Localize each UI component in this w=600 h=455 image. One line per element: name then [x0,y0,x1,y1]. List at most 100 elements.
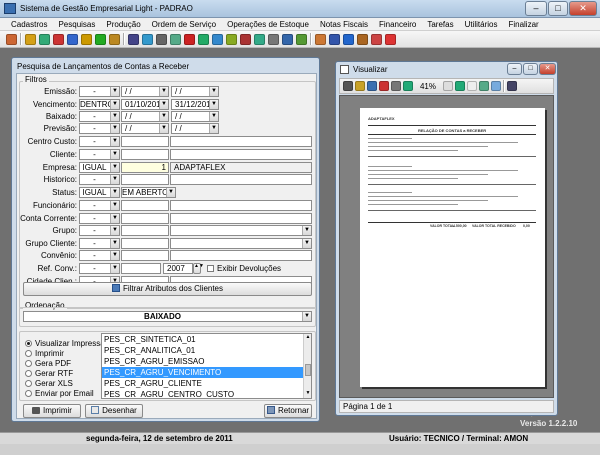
report-list[interactable]: PES_CR_SINTETICA_01 PES_CR_ANALITICA_01 PE… [101,333,312,399]
report-item[interactable]: PES_CR_AGRU_EMISSAO [102,356,303,367]
code-field[interactable] [121,174,169,185]
viewer-maximize-button[interactable]: □ [523,63,538,75]
output-option[interactable]: Gera PDF [25,359,71,368]
code-field[interactable] [121,238,169,249]
minimize-button[interactable]: – [525,1,547,16]
zoom-in-icon[interactable] [403,81,413,91]
code-field[interactable] [121,213,169,224]
check-icon[interactable] [95,33,106,45]
first-page-icon[interactable] [507,81,517,91]
report-list-scrollbar[interactable]: ▲ ▼ [303,334,311,398]
year-field[interactable]: 2007 [163,263,193,274]
date-to-field[interactable]: / / ▼ [171,123,219,134]
operator-select[interactable]: -▼ [79,136,120,147]
fornecedor-icon[interactable] [39,33,50,45]
search-doc-icon[interactable] [142,33,153,45]
open-icon[interactable] [355,81,365,91]
operator-select[interactable]: -▼ [79,213,120,224]
description-field[interactable] [170,149,312,160]
description-field[interactable] [170,200,312,211]
report-item[interactable]: PES_CR_AGRU_CLIENTE [102,378,303,389]
menu-item-8[interactable]: Utilitários [460,20,504,29]
description-field[interactable]: ▼ [170,238,312,249]
operator-select[interactable]: -▼ [79,263,120,274]
doc-icon[interactable] [170,33,181,45]
date-to-field[interactable]: / / ▼ [171,86,219,97]
ref-conv-field[interactable] [121,263,161,274]
money-icon[interactable] [226,33,237,45]
output-option[interactable]: Enviar por Email [25,389,94,398]
calc-icon[interactable] [268,33,279,45]
report-item[interactable]: PES_CR_SINTETICA_01 [102,334,303,345]
report-item[interactable]: PES_CR_AGRU_VENCIMENTO [102,367,303,378]
print-icon[interactable] [343,81,353,91]
code-field[interactable]: 1 [121,162,169,173]
card-icon[interactable] [254,33,265,45]
users-icon[interactable] [371,33,382,45]
viewer-minimize-button[interactable]: – [507,63,522,75]
doc2-icon[interactable] [212,33,223,45]
description-field[interactable] [170,213,312,224]
fit-page-icon[interactable] [479,81,489,91]
viewer-close-button[interactable]: ✕ [539,63,556,75]
date-from-field[interactable]: 01/10/2011 ▼ [121,99,169,110]
operator-select[interactable]: -▼ [79,250,120,261]
operator-select[interactable]: -▼ [79,225,120,236]
mail-icon[interactable] [282,33,293,45]
menu-item-2[interactable]: Produção [101,20,146,29]
report-icon[interactable] [156,33,167,45]
pen-icon[interactable] [128,33,139,45]
description-field[interactable] [170,250,312,261]
year-spinner[interactable]: ▲▼ [193,263,204,274]
design-button[interactable]: Desenhar [85,404,143,418]
operator-select[interactable]: IGUAL ▼ [79,187,120,198]
page-icon[interactable] [467,81,477,91]
operator-select[interactable]: -▼ [79,111,120,122]
operator-select[interactable]: -▼ [79,174,120,185]
search-icon[interactable] [391,81,401,91]
date-to-field[interactable]: / / ▼ [171,111,219,122]
code-field[interactable] [121,225,169,236]
close-button[interactable]: ✕ [569,1,597,16]
produto-icon[interactable] [53,33,64,45]
print-button[interactable]: Imprimir [23,404,81,418]
list-icon[interactable] [296,33,307,45]
chevron-down-icon[interactable] [443,81,453,91]
status-select[interactable]: EM ABERTO ▼ [121,187,176,198]
cadastro-icon[interactable] [6,33,17,45]
menu-item-3[interactable]: Ordem de Serviço [147,20,222,29]
output-option[interactable]: Imprimir [25,349,64,358]
bank-icon[interactable] [240,33,251,45]
menu-item-5[interactable]: Notas Fiscais [315,20,374,29]
back-button[interactable]: Retornar [264,404,312,418]
fit-width-icon[interactable] [491,81,501,91]
operator-select[interactable]: -▼ [79,238,120,249]
edit-icon[interactable] [81,33,92,45]
info-icon[interactable] [343,33,354,45]
user-icon[interactable] [357,33,368,45]
menu-item-4[interactable]: Operações de Estoque [222,20,315,29]
preview-area[interactable]: ADAPTAFLEX RELAÇÃO DE CONTAS a RECEBER V… [339,95,554,398]
scroll-down-icon[interactable]: ▼ [304,390,311,398]
operator-select[interactable]: DENTRO ▼ [79,99,120,110]
nota-icon[interactable] [67,33,78,45]
report-item[interactable]: PES_CR_ANALITICA_01 [102,345,303,356]
menu-item-0[interactable]: Cadastros [6,20,53,29]
chart-icon[interactable] [315,33,326,45]
zoom-out-icon[interactable] [455,81,465,91]
menu-item-6[interactable]: Financeiro [374,20,422,29]
maximize-button[interactable]: □ [548,1,568,16]
scroll-up-icon[interactable]: ▲ [304,334,311,342]
pdf-icon[interactable] [184,33,195,45]
menu-item-9[interactable]: Finalizar [503,20,544,29]
operator-select[interactable]: -▼ [79,149,120,160]
date-to-field[interactable]: 31/12/2011 ▼ [171,99,219,110]
menu-item-1[interactable]: Pesquisas [53,20,101,29]
ordering-select[interactable]: BAIXADO ▼ [23,311,312,322]
output-option[interactable]: Gerar XLS [25,379,73,388]
code-field[interactable] [121,136,169,147]
report-item[interactable]: PES_CR_AGRU_CENTRO_CUSTO [102,389,303,398]
operator-select[interactable]: -▼ [79,86,120,97]
scroll-thumb[interactable] [305,364,311,376]
code-field[interactable] [121,149,169,160]
